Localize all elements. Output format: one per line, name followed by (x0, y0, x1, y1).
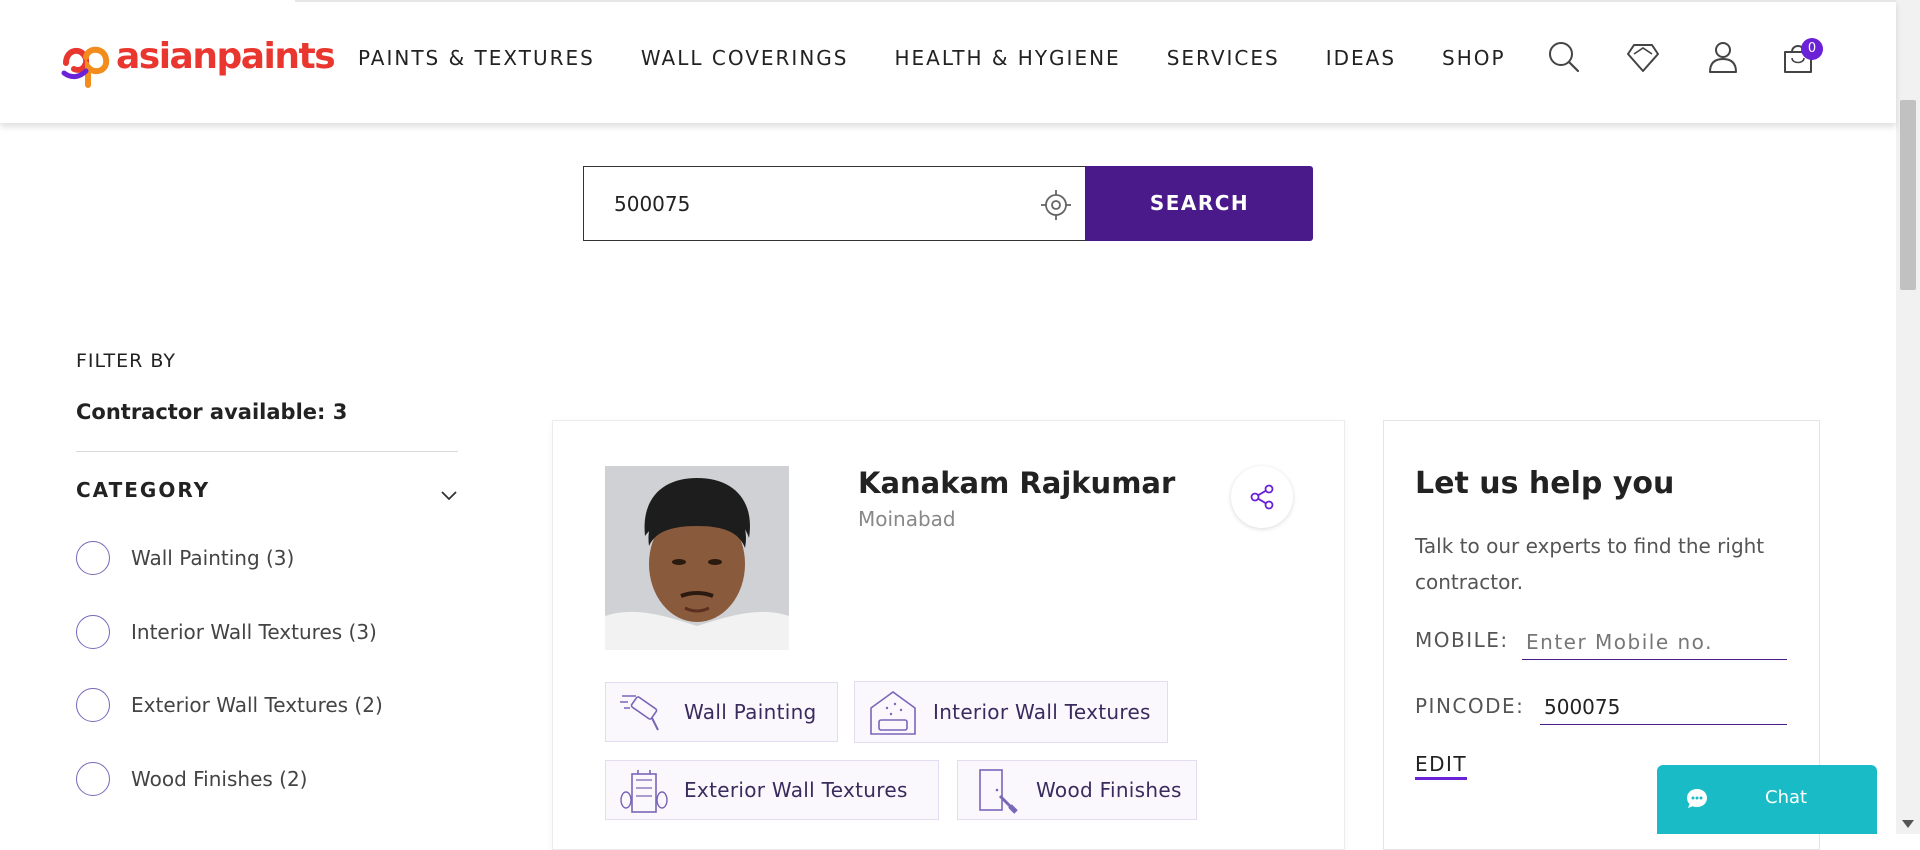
mobile-label: MOBILE: (1415, 628, 1509, 652)
radio-button[interactable] (76, 688, 110, 722)
wishlist-icon[interactable] (1624, 38, 1662, 76)
pincode-search-box (583, 166, 1086, 241)
share-icon (1250, 484, 1274, 510)
service-tag-exterior-wall-textures: Exterior Wall Textures (605, 760, 939, 820)
chat-label: Chat (1765, 787, 1808, 808)
header-top-border (295, 0, 1896, 2)
pincode-input[interactable] (1540, 689, 1787, 725)
category-option-label: Exterior Wall Textures (2) (131, 693, 383, 717)
logo-text: asianpaints (116, 35, 336, 77)
category-option-interior-wall-textures[interactable]: Interior Wall Textures (3) (76, 615, 377, 649)
filter-by-heading: FILTER BY (76, 350, 176, 372)
contractor-location: Moinabad (858, 507, 956, 531)
category-option-label: Wood Finishes (2) (131, 767, 308, 791)
page-scrollbar[interactable] (1896, 0, 1920, 834)
pincode-label: PINCODE: (1415, 694, 1525, 718)
locate-me-icon[interactable] (1039, 188, 1073, 222)
scrollbar-thumb[interactable] (1900, 100, 1916, 290)
scroll-down-arrow-icon[interactable] (1902, 820, 1914, 828)
edit-link[interactable]: EDIT (1415, 752, 1468, 780)
category-option-wall-painting[interactable]: Wall Painting (3) (76, 541, 294, 575)
mobile-input[interactable] (1522, 624, 1787, 660)
chat-button[interactable]: Chat (1657, 765, 1877, 834)
contractor-name: Kanakam Rajkumar (858, 466, 1176, 500)
service-tag-wood-finishes: Wood Finishes (957, 760, 1197, 820)
interior-room-icon (870, 691, 916, 735)
service-tag-label: Wall Painting (684, 700, 817, 724)
share-button[interactable] (1231, 466, 1293, 528)
nav-services[interactable]: SERVICES (1167, 40, 1280, 76)
wooden-door-brush-icon (979, 769, 1018, 814)
category-option-wood-finishes[interactable]: Wood Finishes (2) (76, 762, 307, 796)
nav-wall-coverings[interactable]: WALL COVERINGS (641, 40, 849, 76)
help-description: Talk to our experts to find the right co… (1415, 534, 1765, 594)
search-button[interactable]: SEARCH (1086, 166, 1313, 241)
site-header: asianpaints PAINTS & TEXTURES WALL COVER… (0, 0, 1896, 123)
category-option-label: Interior Wall Textures (3) (131, 620, 377, 644)
nav-health-hygiene[interactable]: HEALTH & HYGIENE (894, 40, 1120, 76)
paint-roller-icon (620, 695, 659, 731)
contractor-count: Contractor available: 3 (76, 400, 348, 424)
service-tag-interior-wall-textures: Interior Wall Textures (854, 681, 1168, 743)
contractor-portrait-icon (605, 466, 789, 650)
service-tag-wall-painting: Wall Painting (605, 682, 838, 742)
service-tag-label: Interior Wall Textures (933, 700, 1151, 724)
category-option-exterior-wall-textures[interactable]: Exterior Wall Textures (2) (76, 688, 383, 722)
search-icon[interactable] (1545, 38, 1583, 76)
category-heading[interactable]: CATEGORY (76, 478, 210, 502)
asianpaints-logo[interactable]: asianpaints (58, 33, 336, 89)
radio-button[interactable] (76, 762, 110, 796)
category-option-label: Wall Painting (3) (131, 546, 295, 570)
radio-button[interactable] (76, 615, 110, 649)
logo-mark-icon (61, 46, 110, 88)
nav-ideas[interactable]: IDEAS (1326, 40, 1396, 76)
main-nav: PAINTS & TEXTURES WALL COVERINGS HEALTH … (358, 40, 1506, 76)
help-title: Let us help you (1415, 466, 1675, 501)
account-icon[interactable] (1704, 38, 1742, 76)
service-tag-label: Exterior Wall Textures (684, 778, 908, 802)
exterior-building-icon (620, 770, 668, 813)
cart-count-badge: 0 (1801, 38, 1823, 60)
nav-shop[interactable]: SHOP (1442, 40, 1506, 76)
radio-button[interactable] (76, 541, 110, 575)
chevron-down-icon[interactable] (440, 490, 458, 502)
service-tag-label: Wood Finishes (1036, 778, 1182, 802)
nav-paints-textures[interactable]: PAINTS & TEXTURES (358, 40, 595, 76)
filter-divider (76, 451, 458, 452)
chat-bubble-icon (1687, 789, 1707, 808)
pincode-search-input[interactable] (612, 185, 1012, 223)
contractor-photo (605, 466, 789, 650)
